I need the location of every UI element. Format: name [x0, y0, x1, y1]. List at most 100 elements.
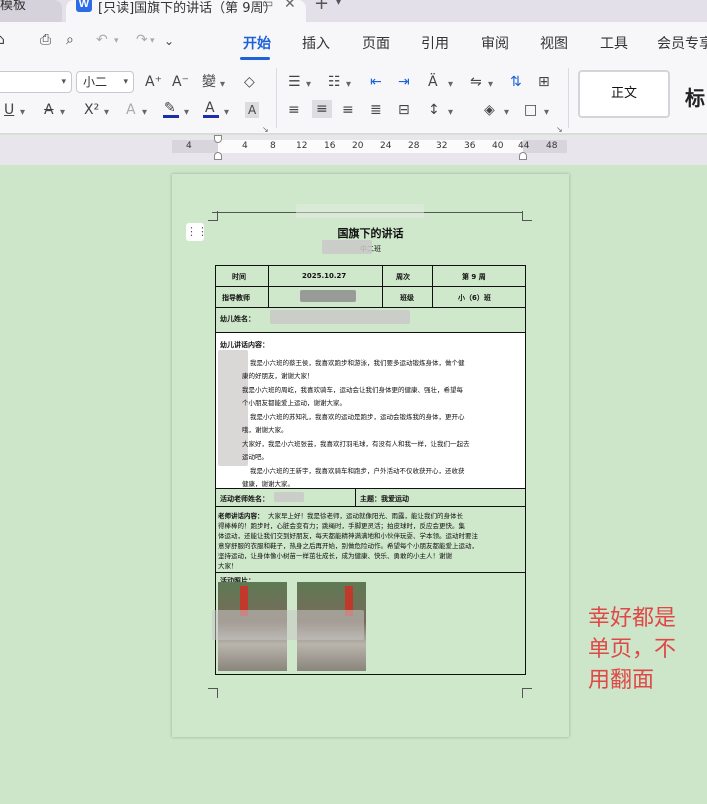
highlight-icon[interactable]: ✎ [164, 100, 176, 116]
font-color-dropdown-icon[interactable]: ▾ [224, 105, 229, 121]
line-spacing-dropdown-icon[interactable]: ▾ [448, 105, 453, 121]
undo-icon[interactable]: ↶ [96, 32, 108, 48]
tab-document[interactable]: W [只读]国旗下的讲话（第 9周） ▭ ✕ [66, 0, 306, 22]
print-icon[interactable]: ⎙ [40, 32, 51, 48]
decrease-font-icon[interactable]: A⁻ [172, 74, 189, 90]
print-preview-icon[interactable]: ⌕ [66, 32, 74, 48]
teacher-speech-label: 老师讲话内容： [218, 512, 264, 520]
char-shading-icon[interactable]: A [245, 102, 260, 118]
horizontal-ruler[interactable] [172, 140, 567, 153]
document-page[interactable]: ⋮⋮ 国旗下的讲话 中二班 时间 2025.10.27 周次 第 9 周 指导教… [172, 174, 569, 737]
redo-icon[interactable]: ↷ [136, 32, 148, 48]
redacted-region [270, 310, 410, 324]
content-line: 大家好，我是小六班张芸，我喜欢打羽毛球，有没有人和我一样，让我们一起去 [242, 440, 470, 448]
handwritten-annotation: 幸好都是 单页，不 用翻面 [588, 603, 698, 696]
shading-icon[interactable]: ◈ [484, 102, 495, 118]
strikethrough-dropdown-icon[interactable]: ▾ [60, 105, 65, 121]
phonetic-guide-icon[interactable]: 變 [202, 74, 216, 90]
text-direction-icon[interactable]: ⇋ [470, 74, 482, 90]
undo-dropdown-icon[interactable]: ▾ [114, 36, 119, 46]
tab-bar: 模板 W [只读]国旗下的讲话（第 9周） ▭ ✕ + ▾ [0, 0, 707, 22]
text-effect-dropdown-icon[interactable]: ▾ [142, 105, 147, 121]
sort-icon[interactable]: ⇅ [510, 74, 522, 90]
align-center-icon[interactable]: ≡ [312, 100, 332, 118]
clear-format-icon[interactable]: ◇ [244, 74, 255, 90]
new-tab-plus-icon[interactable]: + [314, 0, 329, 14]
line-spacing-icon[interactable]: ↕ [428, 102, 440, 118]
menu-tab-references[interactable]: 引用 [421, 33, 449, 53]
table-rule [268, 266, 269, 307]
redacted-region [274, 492, 304, 502]
menu-tab-member[interactable]: 会员专享 [657, 33, 707, 53]
more-commands-chevron-icon[interactable]: ⌄ [164, 34, 174, 48]
numbered-list-icon[interactable]: ☷ [328, 74, 341, 90]
align-right-icon[interactable]: ≡ [342, 102, 354, 118]
numbered-list-dropdown-icon[interactable]: ▾ [346, 77, 351, 93]
close-tab-icon[interactable]: ✕ [284, 0, 296, 12]
font-size-select[interactable]: 小二 ▾ [76, 71, 134, 93]
tab-list-chevron-icon[interactable]: ▾ [336, 0, 341, 8]
monitor-icon[interactable]: ▭ [262, 0, 273, 10]
hanging-indent-marker[interactable] [214, 152, 222, 160]
content-line: 康的好朋友，谢谢大家！ [242, 372, 314, 380]
menu-tab-home[interactable]: 开始 [243, 33, 271, 53]
tab-templates[interactable]: 模板 [0, 0, 62, 22]
highlight-dropdown-icon[interactable]: ▾ [184, 105, 189, 121]
chinese-layout-icon[interactable]: Ä [428, 74, 438, 90]
borders-dropdown-icon[interactable]: ▾ [544, 105, 549, 121]
table-rule [382, 266, 383, 307]
menu-tab-insert[interactable]: 插入 [302, 33, 330, 53]
ruler-tick: 12 [296, 141, 308, 151]
underline-dropdown-icon[interactable]: ▾ [20, 105, 25, 121]
ruler-tick: 24 [380, 141, 392, 151]
text-direction-dropdown-icon[interactable]: ▾ [488, 77, 493, 93]
table-rule [432, 266, 433, 307]
style-heading-button[interactable]: 标 [685, 82, 705, 111]
menu-tab-view[interactable]: 视图 [540, 33, 568, 53]
chinese-layout-dropdown-icon[interactable]: ▾ [448, 77, 453, 93]
teacher-speech-line: 意穿舒服的衣服和鞋子，热身之后再开始，别做危险动作。希望每个小朋友都能爱上运动， [218, 542, 478, 550]
style-heading-label: 标 [685, 86, 705, 110]
first-line-indent-marker[interactable] [214, 135, 222, 143]
ruler-tick: 44 [518, 141, 530, 151]
show-marks-icon[interactable]: ⊞ [538, 74, 550, 90]
superscript-dropdown-icon[interactable]: ▾ [104, 105, 109, 121]
annotation-line: 幸好都是 [588, 606, 677, 631]
menu-tab-review[interactable]: 审阅 [481, 33, 509, 53]
tab-document-title: [只读]国旗下的讲话（第 9周） [98, 1, 277, 16]
menu-tab-tools[interactable]: 工具 [600, 33, 628, 53]
content-line: 我是小六班的周屹，我喜欢骑车，运动会让我们身体更的健康、强壮，希望每 [242, 386, 463, 394]
week-value: 第 9 周 [462, 273, 486, 281]
increase-indent-icon[interactable]: ⇥ [398, 74, 410, 90]
ruler-right-margin [523, 140, 567, 153]
font-color-icon[interactable]: A [205, 100, 215, 116]
justify-icon[interactable]: ≣ [370, 102, 382, 118]
font-family-select[interactable]: ▾ [0, 71, 72, 93]
content-line: 我是小六班的苏知礼，我喜欢的运动是跑步，运动会锻炼我的身体，更开心 [250, 413, 465, 421]
redo-dropdown-icon[interactable]: ▾ [150, 36, 155, 46]
superscript-icon[interactable]: X² [84, 102, 99, 118]
bullet-list-dropdown-icon[interactable]: ▾ [306, 77, 311, 93]
home-icon[interactable]: ⌂ [0, 32, 5, 48]
increase-font-icon[interactable]: A⁺ [145, 74, 162, 90]
right-indent-marker[interactable] [519, 152, 527, 160]
decrease-indent-icon[interactable]: ⇤ [370, 74, 382, 90]
font-color-bar [203, 115, 219, 118]
teacher-speech-line: 坚持运动，让身体像小树苗一样茁壮成长，成为健康、快乐、勇敢的小主人！谢谢 [218, 552, 452, 560]
margin-corner-mark [208, 688, 218, 698]
style-normal-button[interactable]: 正文 [578, 70, 670, 118]
strikethrough-icon[interactable]: A [44, 102, 54, 118]
table-rule [216, 332, 525, 333]
distributed-icon[interactable]: ⊟ [398, 102, 410, 118]
content-line: 哦，谢谢大家。 [242, 426, 288, 434]
bullet-list-icon[interactable]: ☰ [288, 74, 301, 90]
align-left-icon[interactable]: ≡ [288, 102, 300, 118]
menu-tab-page[interactable]: 页面 [362, 33, 390, 53]
shading-dropdown-icon[interactable]: ▾ [504, 105, 509, 121]
ruler-tick: 4 [186, 141, 192, 151]
borders-icon[interactable]: □ [524, 102, 537, 118]
text-effect-icon[interactable]: A [126, 102, 136, 118]
underline-icon[interactable]: U [4, 102, 14, 118]
phonetic-dropdown-icon[interactable]: ▾ [220, 77, 225, 93]
teacher-speech-line: 大家早上好！我是徐老师，运动就像阳光、雨露，能让我们的身体长 [268, 512, 463, 520]
